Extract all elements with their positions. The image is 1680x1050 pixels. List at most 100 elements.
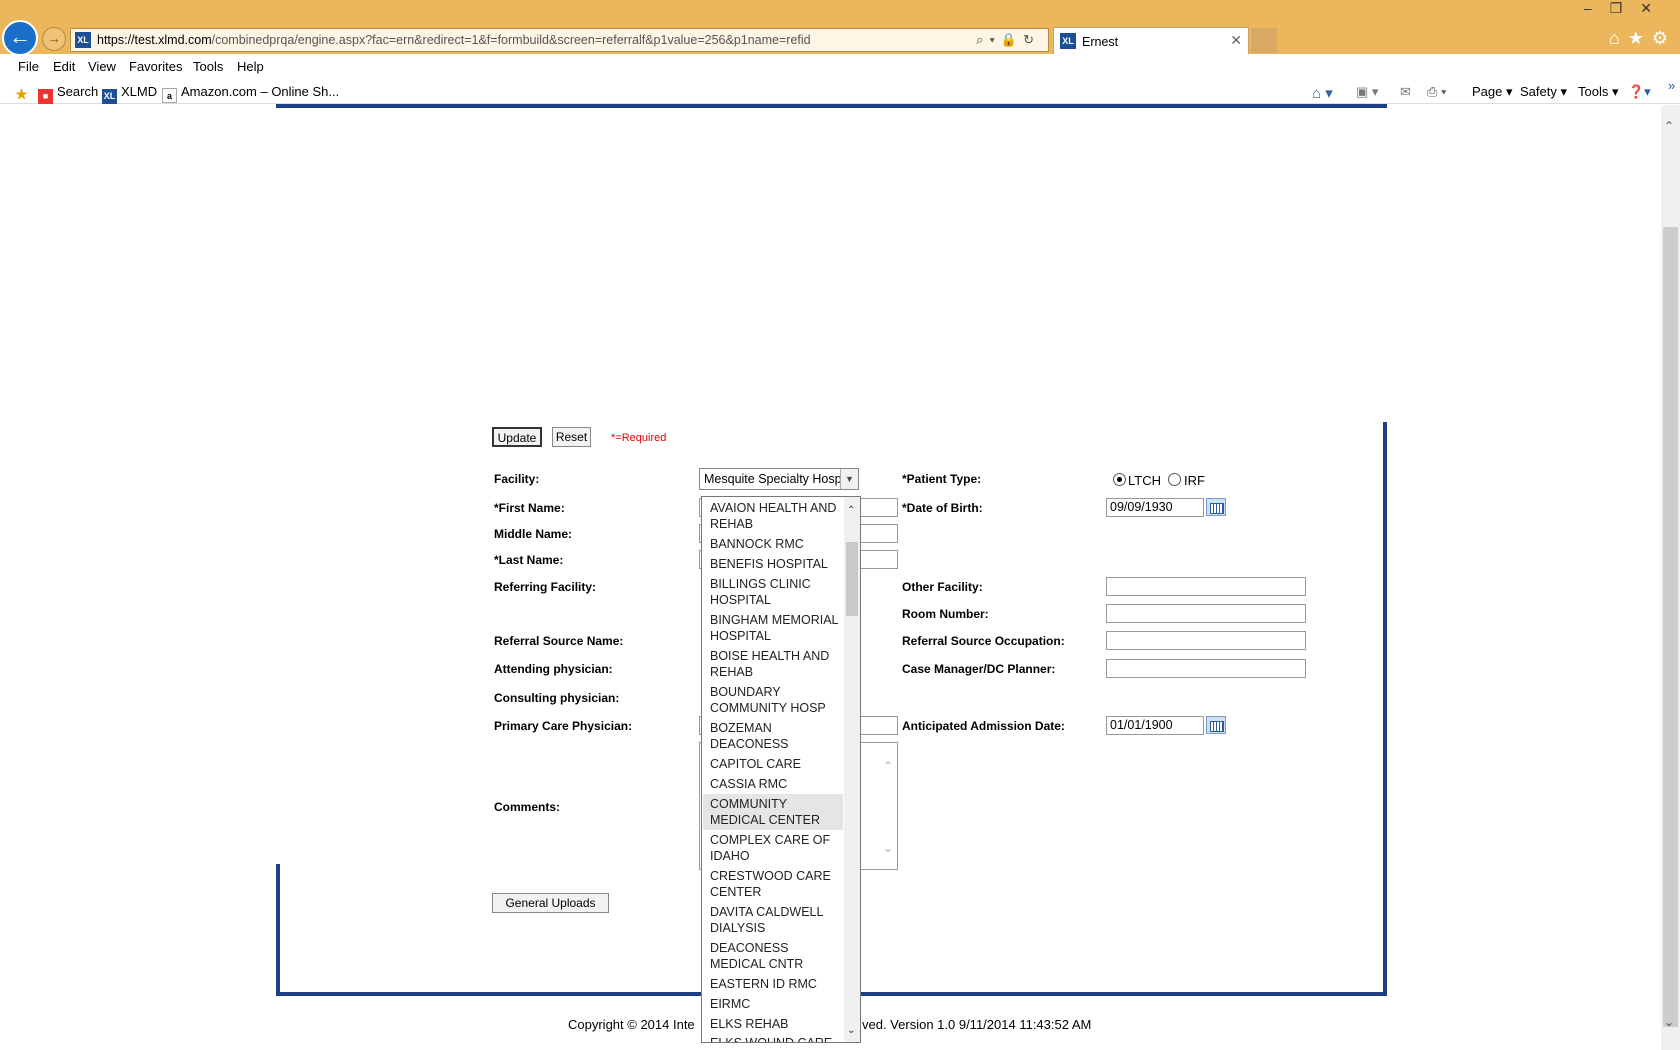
- dropdown-option[interactable]: EASTERN ID RMC: [703, 976, 843, 992]
- frame-border-right: [1383, 422, 1387, 996]
- url-host: https://test.xlmd.com: [97, 33, 212, 47]
- fav-xlmd[interactable]: XL XLMD: [102, 84, 157, 104]
- dropdown-scrollbar[interactable]: ⌃ ⌄: [844, 497, 860, 1042]
- tab-title: Ernest: [1082, 35, 1119, 49]
- chevron-down-icon[interactable]: ▼: [840, 469, 858, 489]
- feeds-icon[interactable]: ▣ ▾: [1356, 84, 1378, 100]
- home-cmd-icon[interactable]: ⌂ ▾: [1312, 84, 1333, 102]
- lock-icon[interactable]: 🔒: [1001, 32, 1023, 47]
- dropdown-option-highlighted[interactable]: COMMUNITY MEDICAL CENTER: [703, 794, 843, 830]
- favorites-star-icon[interactable]: ★: [14, 84, 33, 102]
- dropdown-option[interactable]: BOUNDARY COMMUNITY HOSP: [703, 684, 843, 716]
- dropdown-option[interactable]: CRESTWOOD CARE CENTER: [703, 868, 843, 900]
- close-icon[interactable]: ✕: [1230, 32, 1242, 49]
- dropdown-option[interactable]: AVAION HEALTH AND REHAB: [703, 500, 843, 532]
- minimize-icon[interactable]: –: [1584, 0, 1610, 16]
- forward-arrow-icon[interactable]: →: [42, 27, 66, 51]
- chevron-up-icon[interactable]: ⌃: [847, 505, 855, 516]
- menu-help[interactable]: Help: [237, 59, 264, 74]
- refresh-icon[interactable]: ↻: [1023, 32, 1040, 47]
- browser-tab[interactable]: XL Ernest ✕: [1053, 27, 1249, 54]
- dropdown-option[interactable]: BOISE HEALTH AND REHAB: [703, 648, 843, 680]
- dropdown-option[interactable]: CAPITOL CARE: [703, 756, 843, 772]
- referral-source-occupation-input[interactable]: [1106, 631, 1306, 650]
- comments-label: Comments:: [494, 800, 561, 814]
- first-name-label: *First Name:: [494, 501, 565, 515]
- dropdown-arrow-icon[interactable]: ▾: [989, 32, 1000, 47]
- dropdown-option[interactable]: CASSIA RMC: [703, 776, 843, 792]
- dob-label: *Date of Birth:: [902, 501, 983, 515]
- gear-icon[interactable]: ⚙: [1652, 28, 1676, 48]
- anticipated-admission-input[interactable]: 01/01/1900: [1106, 716, 1204, 735]
- dropdown-option[interactable]: EIRMC: [703, 996, 843, 1012]
- fav-search[interactable]: ■ Search: [38, 84, 98, 104]
- help-icon[interactable]: ❓▾: [1628, 84, 1651, 100]
- page-menu[interactable]: Page ▾: [1472, 84, 1513, 100]
- attending-physician-label: Attending physician:: [494, 662, 613, 676]
- textarea-scroll-up-icon[interactable]: ⌃: [883, 759, 893, 773]
- menu-view[interactable]: View: [88, 59, 116, 74]
- patient-type-ltch-radio[interactable]: [1113, 473, 1126, 486]
- scroll-up-icon[interactable]: ⌃: [1664, 119, 1674, 133]
- scrollbar-thumb[interactable]: [1663, 227, 1678, 1027]
- chevron-more-icon[interactable]: »: [1668, 78, 1675, 93]
- search-fav-icon: ■: [38, 89, 53, 104]
- dropdown-option[interactable]: DEACONESS MEDICAL CNTR: [703, 940, 843, 972]
- consulting-physician-label: Consulting physician:: [494, 691, 620, 705]
- dropdown-option[interactable]: BANNOCK RMC: [703, 536, 843, 552]
- frame-border-left: [276, 864, 280, 996]
- address-bar[interactable]: XL https://test.xlmd.com/combinedprqa/en…: [70, 28, 1049, 52]
- textarea-scroll-down-icon[interactable]: ⌄: [883, 841, 893, 855]
- restore-icon[interactable]: ❐: [1610, 0, 1641, 16]
- dropdown-option[interactable]: DAVITA CALDWELL DIALYSIS: [703, 904, 843, 936]
- reset-button[interactable]: Reset: [552, 427, 591, 447]
- search-icon[interactable]: ⌕: [976, 32, 989, 47]
- dropdown-option[interactable]: COMPLEX CARE OF IDAHO: [703, 832, 843, 864]
- dob-input[interactable]: 09/09/1930: [1106, 498, 1204, 517]
- address-tools[interactable]: ⌕▾🔒↻: [976, 32, 1040, 48]
- patient-type-irf-radio[interactable]: [1168, 473, 1181, 486]
- menu-tools[interactable]: Tools: [193, 59, 223, 74]
- address-url[interactable]: https://test.xlmd.com/combinedprqa/engin…: [97, 33, 811, 47]
- patient-type-irf-label: IRF: [1184, 473, 1205, 488]
- fav-amazon[interactable]: a Amazon.com – Online Sh...: [162, 84, 339, 103]
- dropdown-option[interactable]: BOZEMAN DEACONESS: [703, 720, 843, 752]
- other-facility-input[interactable]: [1106, 577, 1306, 596]
- dropdown-option[interactable]: BILLINGS CLINIC HOSPITAL: [703, 576, 843, 608]
- facility-select-value: Mesquite Specialty Hospi: [704, 472, 845, 486]
- dropdown-option[interactable]: BENEFIS HOSPITAL: [703, 556, 843, 572]
- safety-menu[interactable]: Safety ▾: [1520, 84, 1567, 100]
- case-manager-input[interactable]: [1106, 659, 1306, 678]
- menu-file[interactable]: File: [18, 59, 39, 74]
- chevron-down-icon[interactable]: ⌄: [847, 1025, 855, 1036]
- close-window-icon[interactable]: ✕: [1640, 0, 1670, 16]
- menu-favorites[interactable]: Favorites: [129, 59, 182, 74]
- favorites-bar: ★ ■ Search XL XLMD a Amazon.com – Online Sh…: [0, 78, 1680, 104]
- print-icon[interactable]: ⎙ ▾: [1427, 84, 1446, 100]
- update-button[interactable]: Update: [492, 427, 542, 447]
- back-arrow-icon[interactable]: ←: [2, 20, 38, 56]
- menu-edit[interactable]: Edit: [53, 59, 75, 74]
- calendar-icon[interactable]: [1206, 716, 1226, 734]
- fav-search-label: Search: [57, 84, 99, 99]
- scroll-down-icon[interactable]: ⌄: [1664, 1015, 1674, 1029]
- tools-menu[interactable]: Tools ▾: [1578, 84, 1619, 100]
- dropdown-option[interactable]: ELKS WOUND CARE: [703, 1035, 843, 1042]
- facility-dropdown-list[interactable]: AVAION HEALTH AND REHAB BANNOCK RMC BENE…: [701, 496, 861, 1043]
- general-uploads-button[interactable]: General Uploads: [492, 893, 609, 913]
- frame-border-top: [276, 104, 1387, 108]
- facility-select[interactable]: Mesquite Specialty Hospi ▼: [699, 468, 859, 490]
- fav-xlmd-label: XLMD: [121, 84, 158, 99]
- dropdown-option[interactable]: BINGHAM MEMORIAL HOSPITAL: [703, 612, 843, 644]
- patient-type-label: *Patient Type:: [902, 472, 982, 486]
- dropdown-scrollbar-thumb[interactable]: [846, 542, 858, 616]
- dropdown-option[interactable]: ELKS REHAB: [703, 1016, 843, 1032]
- calendar-icon[interactable]: [1206, 498, 1226, 516]
- page-scrollbar[interactable]: ⌃ ⌄: [1661, 105, 1680, 1050]
- home-icon[interactable]: ⌂: [1609, 28, 1628, 48]
- new-tab-button[interactable]: [1251, 28, 1277, 53]
- last-name-label: *Last Name:: [494, 553, 564, 567]
- star-icon[interactable]: ★: [1628, 28, 1652, 48]
- room-number-input[interactable]: [1106, 604, 1306, 623]
- mail-icon[interactable]: ✉: [1400, 84, 1411, 100]
